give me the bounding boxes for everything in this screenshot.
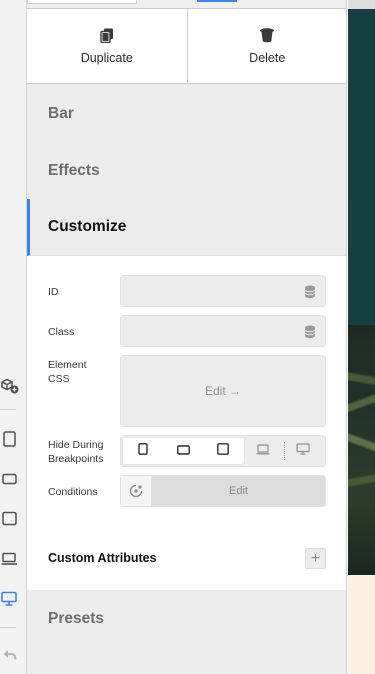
add-element-icon[interactable] xyxy=(0,376,20,396)
section-presets-title: Presets xyxy=(48,609,105,627)
breakpoint-toggle-group xyxy=(120,435,326,467)
hide-phone-landscape-toggle[interactable] xyxy=(163,436,203,466)
duplicate-button[interactable]: Duplicate xyxy=(27,9,187,83)
element-css-edit-button[interactable]: Edit → xyxy=(120,355,326,427)
hide-phone-portrait-toggle[interactable] xyxy=(123,436,163,466)
section-bar[interactable]: Bar xyxy=(27,85,346,142)
laptop-icon[interactable] xyxy=(0,549,20,569)
element-css-label-line1: Element xyxy=(48,359,87,371)
customize-body: ID Class Element CSS Edit → Hide During … xyxy=(27,256,346,590)
element-css-label: Element CSS xyxy=(48,358,87,386)
dynamic-condition-icon[interactable] xyxy=(121,476,152,506)
database-icon[interactable] xyxy=(304,285,316,304)
canvas-plant-image xyxy=(348,325,375,575)
section-effects-title: Effects xyxy=(48,161,100,179)
undo-icon[interactable] xyxy=(0,645,20,665)
section-customize-title: Customize xyxy=(48,218,127,235)
phone-landscape-icon xyxy=(176,442,190,460)
desktop-icon xyxy=(296,442,310,460)
conditions-label: Conditions xyxy=(48,486,98,498)
id-label: ID xyxy=(48,286,59,298)
active-tab-indicator xyxy=(197,0,237,2)
custom-attributes-label: Custom Attributes xyxy=(48,551,157,565)
phone-portrait-icon xyxy=(138,442,148,460)
canvas-top-bar xyxy=(348,0,375,9)
phone-landscape-icon[interactable] xyxy=(0,469,20,489)
element-settings-panel: Duplicate Delete Bar Effects Customize I… xyxy=(27,0,347,674)
hide-breakpoints-line2: Breakpoints xyxy=(48,453,104,465)
canvas-hero-section xyxy=(348,9,375,325)
id-input[interactable] xyxy=(120,275,326,307)
plus-icon: + xyxy=(310,549,321,567)
class-input[interactable] xyxy=(120,315,326,347)
desktop-icon[interactable] xyxy=(0,589,20,609)
element-css-label-line2: CSS xyxy=(48,373,70,385)
hide-laptop-toggle[interactable] xyxy=(243,436,283,466)
rail-separator xyxy=(0,627,16,628)
conditions-control: Edit xyxy=(120,475,326,507)
canvas-preview[interactable] xyxy=(348,0,375,674)
duplicate-icon xyxy=(100,28,114,43)
tablet-icon xyxy=(217,442,229,460)
trash-icon xyxy=(259,27,275,43)
element-css-edit-label: Edit → xyxy=(204,384,241,398)
hide-tablet-toggle[interactable] xyxy=(203,436,243,466)
delete-button[interactable]: Delete xyxy=(186,9,347,83)
conditions-edit-label: Edit xyxy=(229,485,248,497)
rail-separator xyxy=(0,409,16,410)
section-customize[interactable]: Customize xyxy=(27,199,346,256)
hide-breakpoints-label: Hide During Breakpoints xyxy=(48,438,103,466)
element-actions: Duplicate Delete xyxy=(27,9,347,84)
database-icon[interactable] xyxy=(304,325,316,344)
conditions-edit-button[interactable]: Edit xyxy=(152,476,325,506)
hide-desktop-toggle[interactable] xyxy=(283,436,323,466)
hide-breakpoints-line1: Hide During xyxy=(48,439,104,451)
add-custom-attribute-button[interactable]: + xyxy=(305,548,326,569)
class-label: Class xyxy=(48,326,75,338)
left-tool-rail xyxy=(0,0,27,674)
section-bar-title: Bar xyxy=(48,104,74,122)
section-effects[interactable]: Effects xyxy=(27,142,346,199)
duplicate-label: Duplicate xyxy=(80,50,133,65)
laptop-icon xyxy=(256,442,270,460)
phone-portrait-icon[interactable] xyxy=(0,429,20,449)
tablet-icon[interactable] xyxy=(0,509,20,529)
section-presets[interactable]: Presets xyxy=(27,590,346,647)
delete-label: Delete xyxy=(249,51,286,65)
panel-top-remnant xyxy=(27,0,346,9)
top-tab-remnant xyxy=(27,0,137,4)
